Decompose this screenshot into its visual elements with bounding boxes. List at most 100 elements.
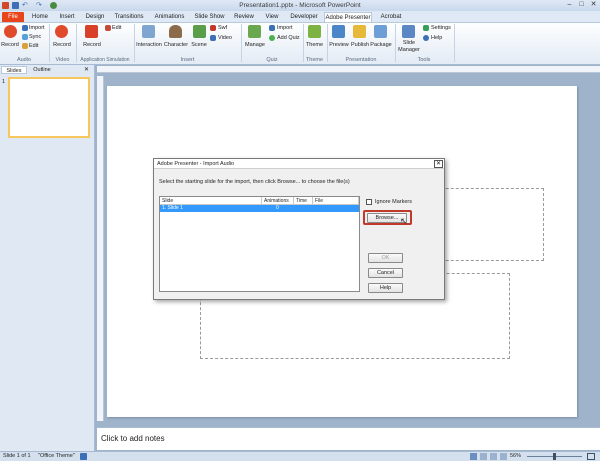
slide-sorter-icon[interactable]	[480, 453, 487, 460]
group-label-quiz: Quiz	[266, 57, 278, 63]
vertical-ruler	[97, 76, 104, 421]
table-row[interactable]: 1. Slide 1 0	[160, 205, 359, 212]
maximize-button[interactable]: □	[576, 1, 587, 9]
slide-manager-label-1[interactable]: Slide	[396, 40, 422, 46]
scene-icon	[193, 25, 206, 38]
publish-button[interactable]: Publish	[349, 42, 371, 48]
tab-view[interactable]: View	[261, 12, 283, 22]
slide-thumbnail[interactable]	[8, 77, 90, 138]
dialog-close-button[interactable]: ✕	[434, 160, 443, 168]
appsim-edit-button[interactable]: Edit	[112, 25, 121, 31]
tab-acrobat[interactable]: Acrobat	[377, 12, 405, 22]
quiz-import-button[interactable]: Import	[277, 25, 293, 31]
slides-table[interactable]: Slide Animations Time File 1. Slide 1 0	[159, 196, 360, 292]
tab-outline[interactable]: Outline	[28, 66, 56, 74]
add-quiz-button[interactable]: Add Quiz	[277, 35, 300, 41]
publish-icon	[353, 25, 366, 38]
video-button[interactable]: Video	[218, 35, 232, 41]
microphone-icon	[4, 25, 17, 38]
video-record-button[interactable]: Record	[51, 42, 73, 48]
appsim-edit-icon	[105, 25, 111, 31]
settings-button[interactable]: Settings	[431, 25, 451, 31]
group-label-video: Video	[55, 57, 70, 63]
tab-review[interactable]: Review	[231, 12, 257, 22]
tab-insert[interactable]: Insert	[55, 12, 79, 22]
tab-slides[interactable]: Slides	[1, 66, 27, 74]
notes-placeholder[interactable]: Click to add notes	[101, 434, 165, 443]
cancel-button[interactable]: Cancel	[368, 268, 403, 278]
tab-home[interactable]: Home	[28, 12, 52, 22]
slide-number: 1	[2, 79, 6, 85]
sync-icon	[22, 34, 28, 40]
quiz-manage-button[interactable]: Manage	[242, 42, 268, 48]
tab-adobe-presenter[interactable]: Adobe Presenter	[324, 12, 372, 22]
help-icon	[423, 35, 429, 41]
ignore-markers-label: Ignore Markers	[375, 199, 412, 205]
column-header-time[interactable]: Time	[294, 197, 313, 205]
column-header-slide[interactable]: Slide	[160, 197, 262, 205]
quiz-manage-icon	[248, 25, 261, 38]
minimize-button[interactable]: –	[564, 1, 575, 9]
help-button[interactable]: Help	[431, 35, 442, 41]
tab-slide-show[interactable]: Slide Show	[193, 12, 226, 22]
group-label-tools: Tools	[417, 57, 431, 63]
help-dialog-button[interactable]: Help	[368, 283, 403, 293]
tab-animations[interactable]: Animations	[151, 12, 188, 22]
reading-view-icon[interactable]	[490, 453, 497, 460]
slide-indicator: Slide 1 of 1	[3, 453, 31, 459]
package-button[interactable]: Package	[369, 42, 393, 48]
group-label-application-simulation: Application Simulation	[80, 57, 130, 63]
audio-edit-button[interactable]: Edit	[29, 43, 38, 49]
zoom-slider-handle[interactable]	[553, 453, 556, 460]
tab-transitions[interactable]: Transitions	[112, 12, 146, 22]
tab-file[interactable]: File	[2, 12, 24, 22]
interaction-button[interactable]: Interaction	[135, 42, 163, 48]
audio-record-button[interactable]: Record	[0, 42, 20, 48]
cell-animations: 0	[276, 205, 279, 211]
import-audio-dialog: Adobe Presenter - Import Audio ✕ Select …	[153, 158, 445, 300]
settings-icon	[423, 25, 429, 31]
notes-pane[interactable]: Click to add notes	[97, 427, 600, 450]
ignore-markers-checkbox[interactable]	[366, 199, 372, 205]
edit-icon	[22, 43, 28, 49]
close-window-button[interactable]: ✕	[588, 1, 599, 9]
app-sim-record-icon	[85, 25, 98, 38]
slide-manager-icon	[402, 25, 415, 38]
character-icon	[169, 25, 182, 38]
group-label-audio: Audio	[16, 57, 32, 63]
audio-sync-button[interactable]: Sync	[29, 34, 41, 40]
swf-icon	[210, 25, 216, 31]
tab-developer[interactable]: Developer	[287, 12, 321, 22]
group-separator	[454, 24, 455, 62]
swf-button[interactable]: Swf	[218, 25, 227, 31]
preview-icon	[332, 25, 345, 38]
character-button[interactable]: Character	[163, 42, 189, 48]
appsim-record-button[interactable]: Record	[80, 42, 104, 48]
dialog-instruction: Select the starting slide for the import…	[159, 179, 350, 185]
status-bar: Slide 1 of 1 "Office Theme" 56%	[0, 451, 600, 461]
slide-manager-label-2[interactable]: Manager	[396, 47, 422, 53]
audio-import-button[interactable]: Import	[29, 25, 45, 31]
normal-view-icon[interactable]	[470, 453, 477, 460]
zoom-level[interactable]: 56%	[510, 453, 521, 459]
video-record-icon	[55, 25, 68, 38]
close-pane-icon[interactable]: ✕	[84, 66, 89, 73]
window-title: Presentation1.pptx - Microsoft PowerPoin…	[239, 2, 361, 9]
fit-to-window-icon[interactable]	[587, 453, 595, 460]
column-header-animations[interactable]: Animations	[262, 197, 294, 205]
title-bar: ↶ ↷ Presentation1.pptx - Microsoft Power…	[0, 0, 600, 11]
theme-indicator: "Office Theme"	[38, 453, 75, 459]
mouse-cursor-icon: ↖	[400, 216, 408, 226]
spell-check-icon[interactable]	[80, 453, 87, 460]
slideshow-view-icon[interactable]	[500, 453, 507, 460]
import-icon	[22, 25, 28, 31]
add-quiz-icon	[269, 35, 275, 41]
group-label-theme: Theme	[305, 57, 324, 63]
scene-button[interactable]: Scene	[189, 42, 209, 48]
ok-button[interactable]: OK	[368, 253, 403, 263]
tab-design[interactable]: Design	[82, 12, 108, 22]
theme-button[interactable]: Theme	[304, 42, 325, 48]
column-header-file[interactable]: File	[313, 197, 359, 205]
preview-button[interactable]: Preview	[328, 42, 350, 48]
quiz-import-icon	[269, 25, 275, 31]
